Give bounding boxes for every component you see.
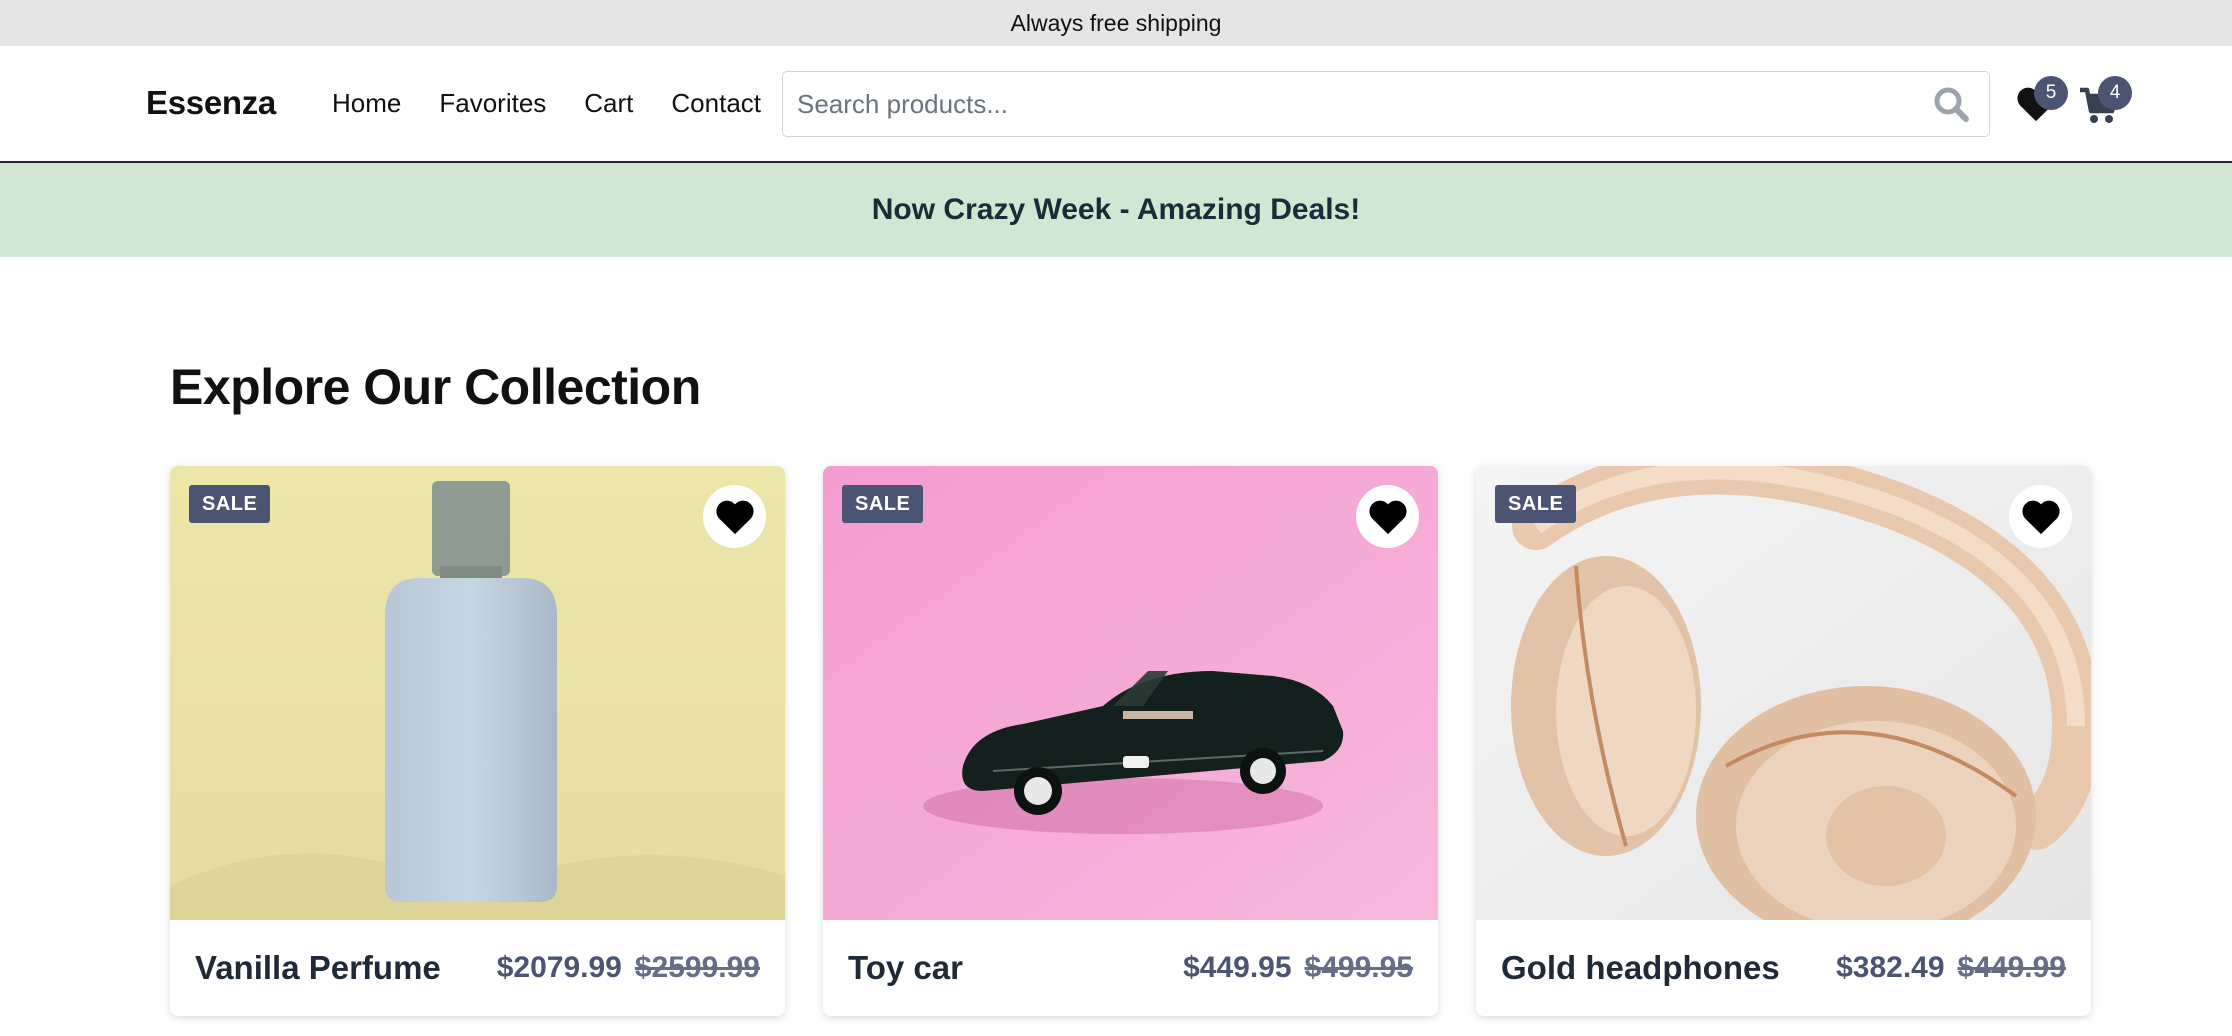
add-to-favorites-button[interactable] xyxy=(1356,485,1419,548)
sale-badge: SALE xyxy=(1495,485,1577,523)
search-icon[interactable] xyxy=(1931,84,1971,124)
site-logo[interactable]: Essenza xyxy=(146,84,276,122)
shipping-announcement-bar: Always free shipping xyxy=(0,0,2232,46)
product-old-price: $499.95 xyxy=(1304,951,1413,984)
product-card[interactable]: SALE Gold headphones $382.49 $449.99 xyxy=(1476,466,2091,1016)
heart-icon xyxy=(715,500,754,534)
promo-banner: Now Crazy Week - Amazing Deals! xyxy=(0,163,2232,257)
cart-button[interactable]: 4 xyxy=(2072,76,2132,132)
product-name[interactable]: Gold headphones xyxy=(1501,949,1836,987)
product-name[interactable]: Vanilla Perfume xyxy=(195,949,497,987)
nav-favorites-link[interactable]: Favorites xyxy=(439,88,546,119)
heart-icon xyxy=(1368,500,1407,534)
product-price: $449.95 xyxy=(1183,951,1292,984)
product-image-headphones[interactable]: SALE xyxy=(1476,466,2091,920)
promo-text: Now Crazy Week - Amazing Deals! xyxy=(871,193,1361,226)
product-price: $382.49 xyxy=(1836,951,1945,984)
nav-home-link[interactable]: Home xyxy=(332,88,401,119)
product-old-price: $2599.99 xyxy=(634,951,760,984)
search-input[interactable] xyxy=(783,72,1931,136)
add-to-favorites-button[interactable] xyxy=(703,485,766,548)
heart-icon xyxy=(2021,500,2060,534)
site-header: Essenza Home Favorites Cart Contact 5 4 xyxy=(0,46,2232,163)
product-price: $2079.99 xyxy=(496,951,622,984)
add-to-favorites-button[interactable] xyxy=(2009,485,2072,548)
sale-badge: SALE xyxy=(842,485,924,523)
sale-badge: SALE xyxy=(189,485,271,523)
nav-cart-link[interactable]: Cart xyxy=(584,88,633,119)
favorites-count-badge: 5 xyxy=(2034,76,2068,110)
product-card[interactable]: SALE Toy car $449.95 $499.95 xyxy=(823,466,1438,1016)
product-image-perfume[interactable]: SALE xyxy=(170,466,785,920)
product-old-price: $449.99 xyxy=(1957,951,2066,984)
search-bar xyxy=(782,71,1990,137)
cart-count-badge: 4 xyxy=(2098,76,2132,110)
shipping-announcement-text: Always free shipping xyxy=(1010,9,1222,36)
favorites-button[interactable]: 5 xyxy=(2010,76,2068,132)
product-info: Vanilla Perfume $2079.99 $2599.99 xyxy=(170,920,785,1016)
product-name[interactable]: Toy car xyxy=(848,949,1183,987)
product-card[interactable]: SALE Vanilla Perfume $2079.99 $2599.99 xyxy=(170,466,785,1016)
main-nav: Home Favorites Cart Contact xyxy=(332,88,761,119)
product-info: Toy car $449.95 $499.95 xyxy=(823,920,1438,1016)
product-image-toy-car[interactable]: SALE xyxy=(823,466,1438,920)
nav-contact-link[interactable]: Contact xyxy=(671,88,761,119)
product-info: Gold headphones $382.49 $449.99 xyxy=(1476,920,2091,1016)
collection-title: Explore Our Collection xyxy=(170,359,701,415)
